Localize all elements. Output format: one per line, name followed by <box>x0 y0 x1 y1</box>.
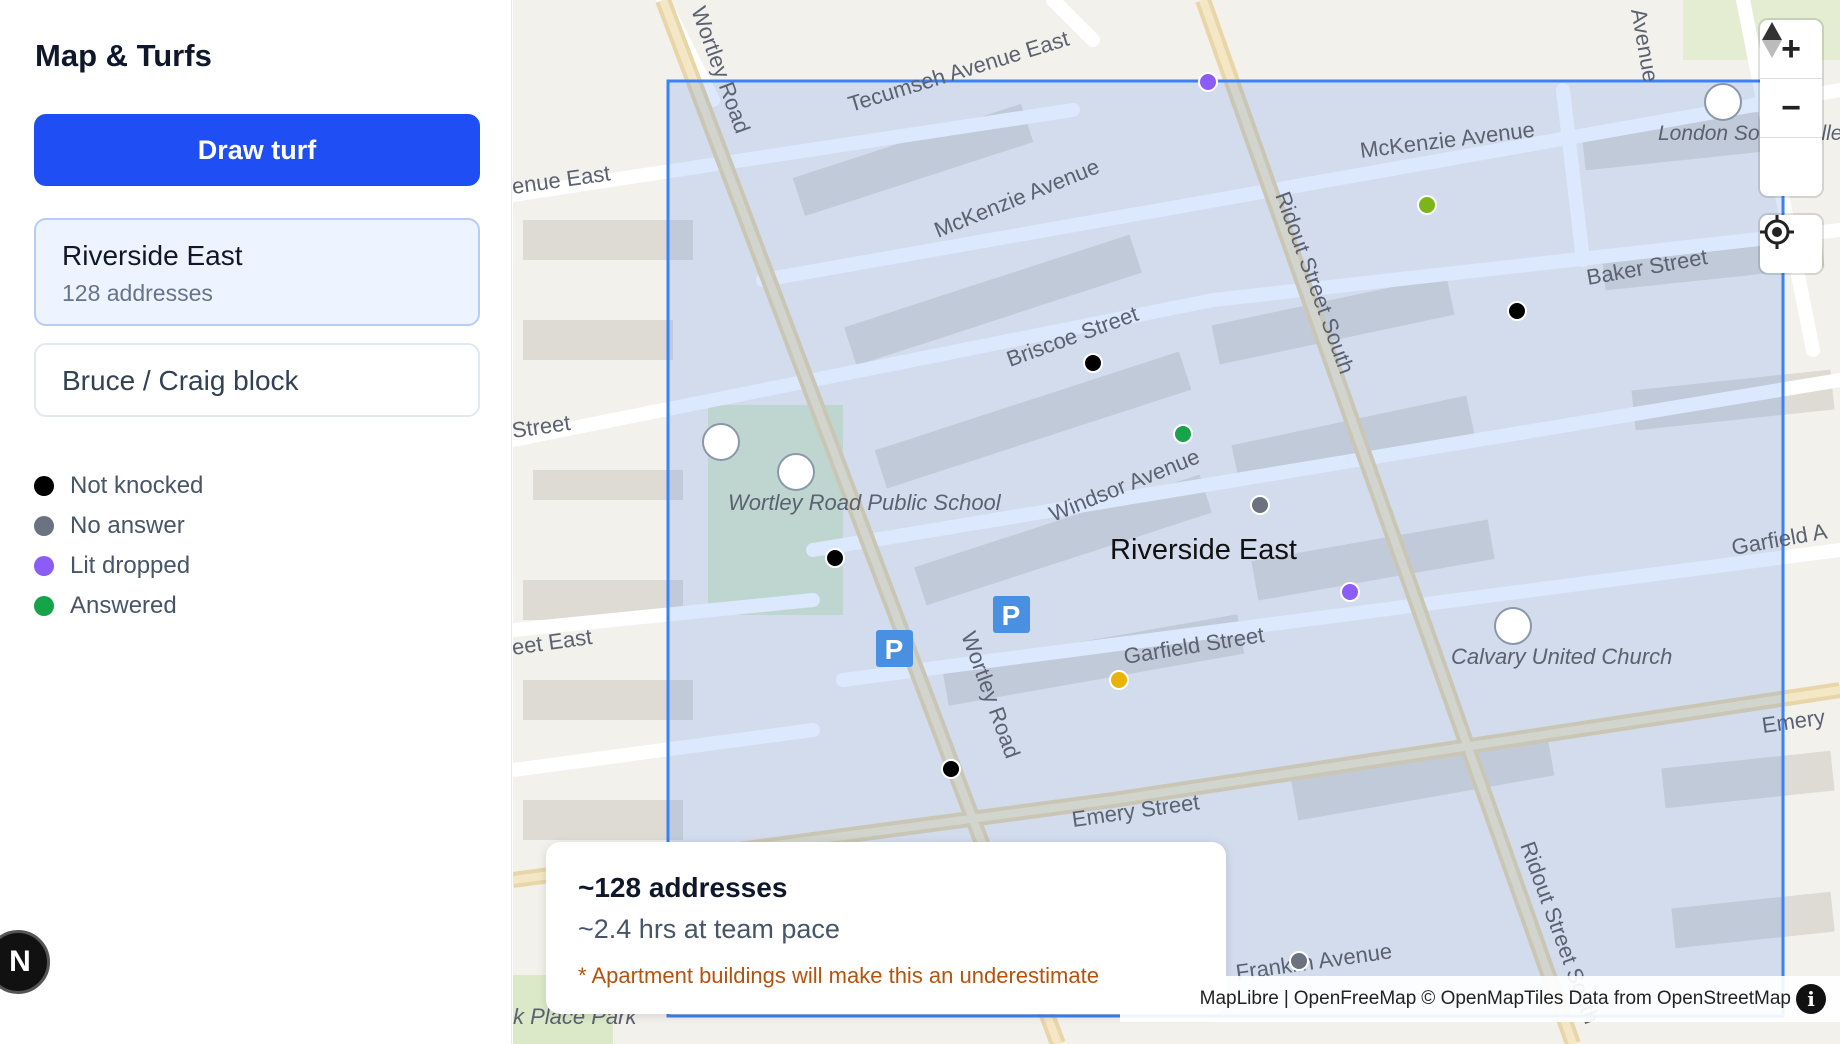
svg-text:P: P <box>1002 600 1021 631</box>
address-marker[interactable] <box>1109 670 1129 690</box>
address-marker[interactable] <box>941 759 961 779</box>
legend-item-lit-dropped: Lit dropped <box>34 546 203 586</box>
draw-turf-button[interactable]: Draw turf <box>34 114 480 186</box>
parking-sign: P <box>993 596 1030 633</box>
turf-map-label: Riverside East <box>1110 534 1297 566</box>
attribution-text: Data from <box>1568 988 1652 1009</box>
address-marker[interactable] <box>1417 195 1437 215</box>
status-legend: Not knocked No answer Lit dropped Answer… <box>34 466 203 626</box>
address-marker[interactable] <box>825 548 845 568</box>
sidebar-title: Map & Turfs <box>35 38 212 73</box>
legend-item-answered: Answered <box>34 586 203 626</box>
accessibility-icon <box>702 423 740 461</box>
address-marker[interactable] <box>1340 582 1360 602</box>
svg-text:P: P <box>885 634 904 665</box>
street-label: Street <box>513 410 572 443</box>
legend-dot <box>34 556 54 576</box>
estimate-address-count: ~128 addresses <box>578 872 788 903</box>
school-icon <box>777 453 815 491</box>
legend-label: Answered <box>70 592 177 619</box>
turf-name: Riverside East <box>62 240 243 271</box>
zoom-out-button[interactable]: − <box>1760 79 1822 138</box>
compass-button[interactable] <box>1760 22 1822 196</box>
legend-label: No answer <box>70 512 185 539</box>
turf-name: Bruce / Craig block <box>62 365 299 396</box>
attribution-link-maplibre[interactable]: MapLibre <box>1200 988 1279 1010</box>
legend-item-not-knocked: Not knocked <box>34 466 203 506</box>
poi-label: Wortley Road Public School <box>728 490 1002 515</box>
school-icon <box>1704 83 1742 121</box>
estimate-warning: * Apartment buildings will make this an … <box>578 963 1099 988</box>
legend-dot <box>34 516 54 536</box>
attribution-link-openfreemap[interactable]: OpenFreeMap <box>1294 988 1417 1010</box>
turf-card-riverside-east[interactable]: Riverside East 128 addresses <box>34 218 480 326</box>
geolocate-button[interactable] <box>1760 215 1822 273</box>
turf-card-bruce-craig[interactable]: Bruce / Craig block <box>34 343 480 417</box>
address-marker[interactable] <box>1250 495 1270 515</box>
map-attribution: MapLibre | OpenFreeMap © OpenMapTiles Da… <box>1120 976 1840 1022</box>
address-marker[interactable] <box>1289 951 1309 971</box>
turf-address-count: 128 addresses <box>62 280 213 306</box>
legend-dot <box>34 596 54 616</box>
legend-dot <box>34 476 54 496</box>
attribution-link-openmaptiles[interactable]: © OpenMapTiles <box>1421 988 1563 1010</box>
attribution-separator: | <box>1283 988 1289 1009</box>
info-icon[interactable]: i <box>1796 984 1826 1014</box>
dev-badge[interactable]: N <box>0 930 50 994</box>
street-label: Avenue <box>1626 7 1664 84</box>
zoom-controls: + − <box>1760 20 1822 196</box>
legend-item-no-answer: No answer <box>34 506 203 546</box>
address-marker[interactable] <box>1083 353 1103 373</box>
sidebar: Map & Turfs Draw turf Riverside East 128… <box>0 0 512 1044</box>
legend-label: Lit dropped <box>70 552 191 579</box>
address-marker[interactable] <box>1507 301 1527 321</box>
address-marker[interactable] <box>1173 424 1193 444</box>
estimate-time: ~2.4 hrs at team pace <box>578 914 840 944</box>
compass-icon <box>1762 22 1782 58</box>
parking-sign: P <box>876 630 913 667</box>
poi-label: Calvary United Church <box>1451 644 1672 669</box>
crosshair-icon <box>1760 215 1794 249</box>
attribution-link-osm[interactable]: OpenStreetMap <box>1657 988 1791 1010</box>
address-marker[interactable] <box>1198 72 1218 92</box>
church-icon <box>1494 607 1532 645</box>
legend-label: Not knocked <box>70 472 204 499</box>
map-canvas[interactable]: P P Tecumseh Avenue East McKenzie Avenue… <box>513 0 1840 1044</box>
